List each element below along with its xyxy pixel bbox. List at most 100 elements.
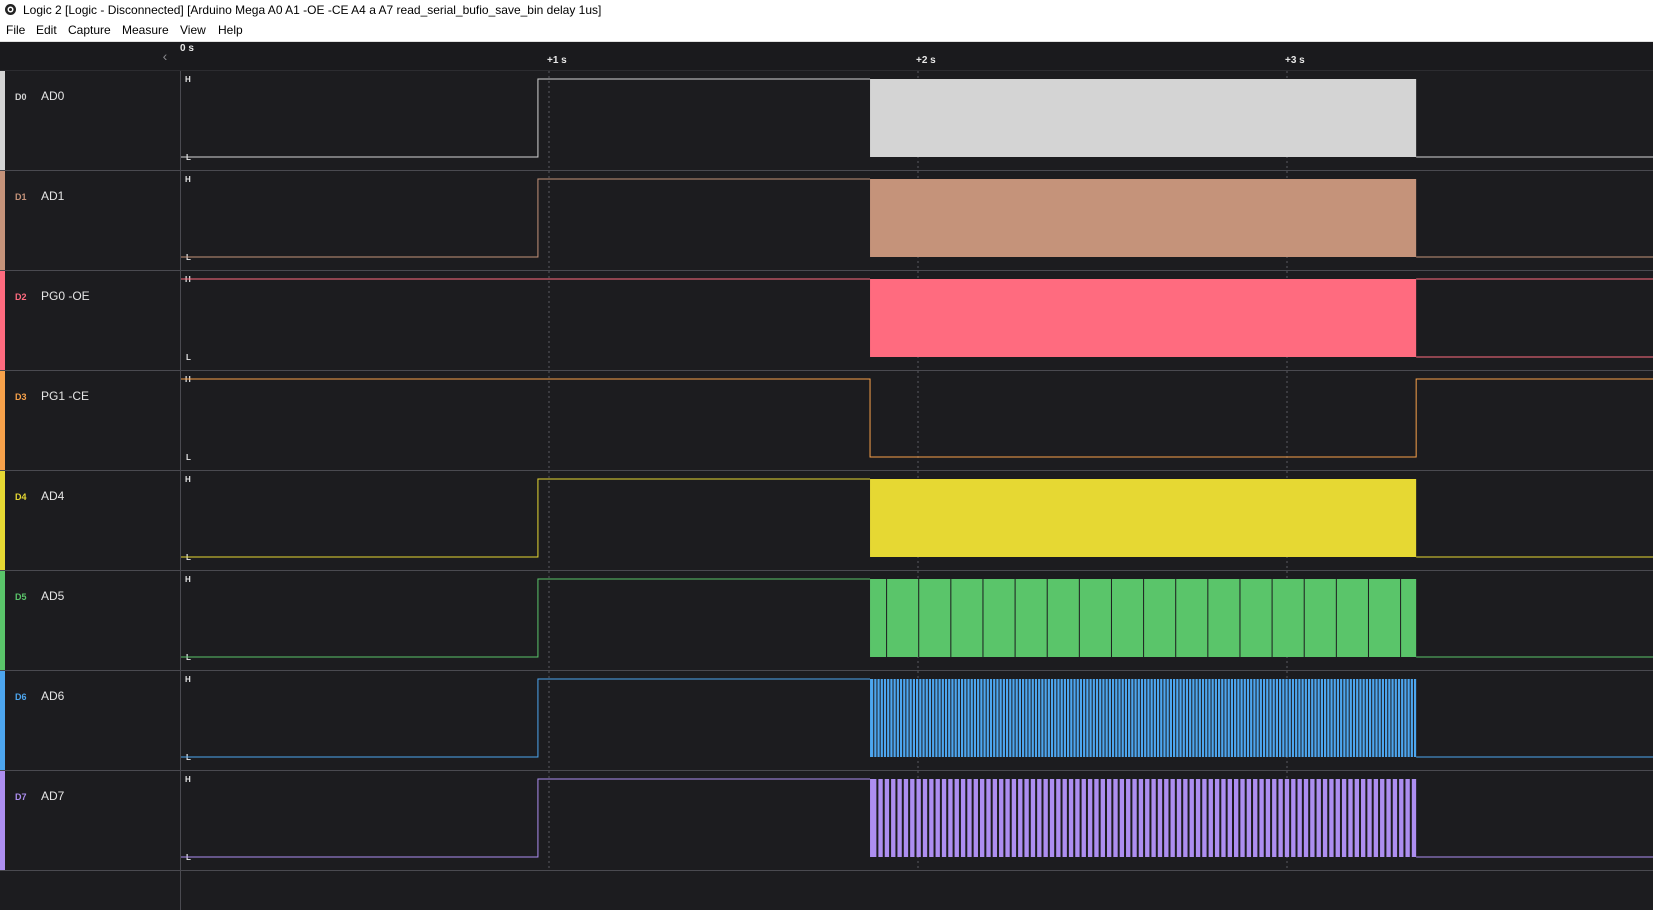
burst-gap <box>1239 679 1241 757</box>
burst-gap <box>901 779 904 857</box>
burst-gap <box>1130 779 1133 857</box>
burst-gap <box>971 779 974 857</box>
waveform-area[interactable]: HLHLHLHLHLHLHLHL <box>180 71 1653 910</box>
burst-gap <box>1200 779 1203 857</box>
time-ruler[interactable]: ‹ 0 s +1 s +2 s +3 s <box>0 42 1653 71</box>
burst-gap <box>1011 679 1013 757</box>
channel-row-d5[interactable]: D5 AD5 <box>0 571 180 671</box>
channel-row-d3[interactable]: D3 PG1 -CE <box>0 371 180 471</box>
channel-name[interactable]: AD6 <box>41 689 64 703</box>
burst-gap <box>1276 779 1279 857</box>
burst-gap <box>1378 779 1381 857</box>
burst-gap <box>1066 779 1069 857</box>
burst-gap <box>876 779 879 857</box>
channel-row-d0[interactable]: D0 AD0 <box>0 71 180 171</box>
burst-gap <box>953 679 955 757</box>
burst-gap <box>1143 779 1146 857</box>
channel-name[interactable]: AD0 <box>41 89 64 103</box>
burst-gap <box>1009 779 1012 857</box>
burst-gap <box>1149 679 1151 757</box>
burst-gap <box>1114 679 1116 757</box>
channel-name[interactable]: AD1 <box>41 189 64 203</box>
channel-row-d2[interactable]: D2 PG0 -OE <box>0 271 180 371</box>
burst-gap <box>914 779 917 857</box>
level-high-label: H <box>185 75 191 84</box>
menu-view[interactable]: View <box>180 20 206 41</box>
menu-help[interactable]: Help <box>218 20 243 41</box>
burst-gap <box>1320 779 1323 857</box>
burst-gap <box>1365 779 1368 857</box>
burst-gap <box>1327 779 1330 857</box>
burst-gap <box>959 679 961 757</box>
burst-gap <box>1245 679 1247 757</box>
channel-name[interactable]: AD5 <box>41 589 64 603</box>
burst-gap <box>1175 679 1177 757</box>
level-low-label: L <box>186 453 191 462</box>
channel-id: D6 <box>15 692 27 702</box>
burst-gap <box>1188 679 1190 757</box>
burst-gap <box>1143 579 1145 657</box>
ruler-tick-label: +1 s <box>547 55 567 66</box>
waveform-canvas[interactable]: HLHLHLHLHLHLHLHL <box>180 71 1653 910</box>
burst-gap <box>1308 779 1311 857</box>
burst-gap <box>995 679 997 757</box>
menu-bar: File Edit Capture Measure View Help <box>0 20 1653 42</box>
burst-gap <box>1056 679 1058 757</box>
burst-gap <box>1352 779 1355 857</box>
burst-gap <box>969 679 971 757</box>
burst-gap <box>1294 679 1296 757</box>
burst-gap <box>1193 779 1196 857</box>
burst-gap <box>965 779 968 857</box>
channel-id: D5 <box>15 592 27 602</box>
burst-gap <box>1054 779 1057 857</box>
burst-gap <box>1133 679 1135 757</box>
burst-gap <box>1314 779 1317 857</box>
menu-file[interactable]: File <box>6 20 25 41</box>
channel-name[interactable]: AD7 <box>41 789 64 803</box>
burst-gap <box>956 679 958 757</box>
burst-gap <box>950 579 952 657</box>
menu-measure[interactable]: Measure <box>122 20 169 41</box>
burst-gap <box>1159 679 1161 757</box>
signal-trace <box>181 578 871 658</box>
channel-name[interactable]: AD4 <box>41 489 64 503</box>
burst-gap <box>1024 679 1026 757</box>
menu-capture[interactable]: Capture <box>68 20 111 41</box>
burst-gap <box>1191 679 1193 757</box>
burst-gap <box>1200 679 1202 757</box>
channel-color-bar <box>0 171 5 270</box>
burst-gap <box>1220 679 1222 757</box>
burst-gap <box>1409 779 1412 857</box>
burst-gap <box>1390 779 1393 857</box>
channel-color-bar <box>0 471 5 570</box>
signal-trace <box>181 778 871 858</box>
burst-gap <box>1111 779 1114 857</box>
burst-gap <box>979 679 981 757</box>
burst-gap <box>982 579 984 657</box>
burst-gap <box>1130 679 1132 757</box>
burst-gap <box>1371 679 1373 757</box>
channel-row-d4[interactable]: D4 AD4 <box>0 471 180 571</box>
channel-name[interactable]: PG0 -OE <box>41 289 90 303</box>
channel-row-d1[interactable]: D1 AD1 <box>0 171 180 271</box>
collapse-sidebar-chevron-icon[interactable]: ‹ <box>158 48 172 64</box>
burst-gap <box>1028 779 1031 857</box>
channel-row-d6[interactable]: D6 AD6 <box>0 671 180 771</box>
burst-gap <box>1075 679 1077 757</box>
burst-gap <box>1301 779 1304 857</box>
channel-name[interactable]: PG1 -CE <box>41 389 89 403</box>
burst-gap <box>1172 679 1174 757</box>
burst-gap <box>1213 679 1215 757</box>
burst-gap <box>1022 779 1025 857</box>
channel-row-d7[interactable]: D7 AD7 <box>0 771 180 871</box>
burst-gap <box>952 779 955 857</box>
burst-gap <box>1139 679 1141 757</box>
burst-gap <box>1351 679 1353 757</box>
burst-gap <box>927 679 929 757</box>
burst-gap <box>1037 679 1039 757</box>
burst-block <box>870 179 1417 257</box>
burst-gap <box>908 779 911 857</box>
menu-edit[interactable]: Edit <box>36 20 57 41</box>
burst-gap <box>876 679 878 757</box>
channel-label-column: D0 AD0 D1 AD1 D2 PG0 -OE D3 PG1 -CE D4 A… <box>0 71 181 910</box>
